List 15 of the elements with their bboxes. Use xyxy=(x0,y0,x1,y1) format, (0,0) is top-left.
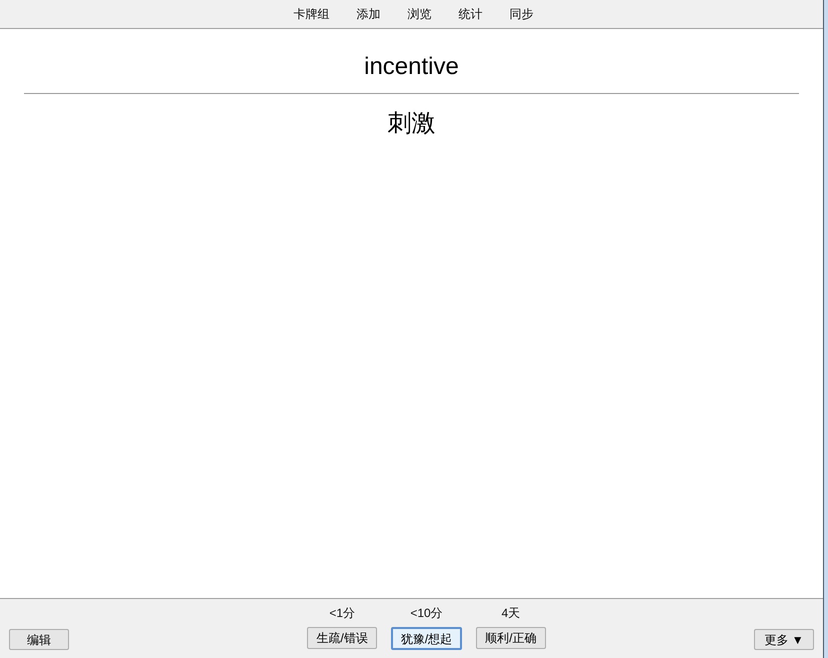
answer-button[interactable]: 生疏/错误 xyxy=(307,627,377,649)
card-front-text: incentive xyxy=(364,52,459,82)
edit-button[interactable]: 编辑 xyxy=(9,629,69,650)
answer-button[interactable]: 犹豫/想起 xyxy=(390,627,462,650)
menu-link[interactable]: 同步 xyxy=(510,5,534,23)
menu-link[interactable]: 浏览 xyxy=(408,5,432,23)
answer-button[interactable]: 顺利/正确 xyxy=(476,627,546,649)
interval-label: 4天 xyxy=(502,605,520,622)
interval-label: <10分 xyxy=(410,605,443,622)
more-button[interactable]: 更多 ▼ xyxy=(754,629,814,650)
card-back-text: 刺激 xyxy=(388,109,436,139)
interval-label: <1分 xyxy=(329,605,355,622)
menu-link[interactable]: 卡牌组 xyxy=(294,5,330,23)
menu-link[interactable]: 统计 xyxy=(458,5,482,23)
menu-link[interactable]: 添加 xyxy=(356,5,380,23)
